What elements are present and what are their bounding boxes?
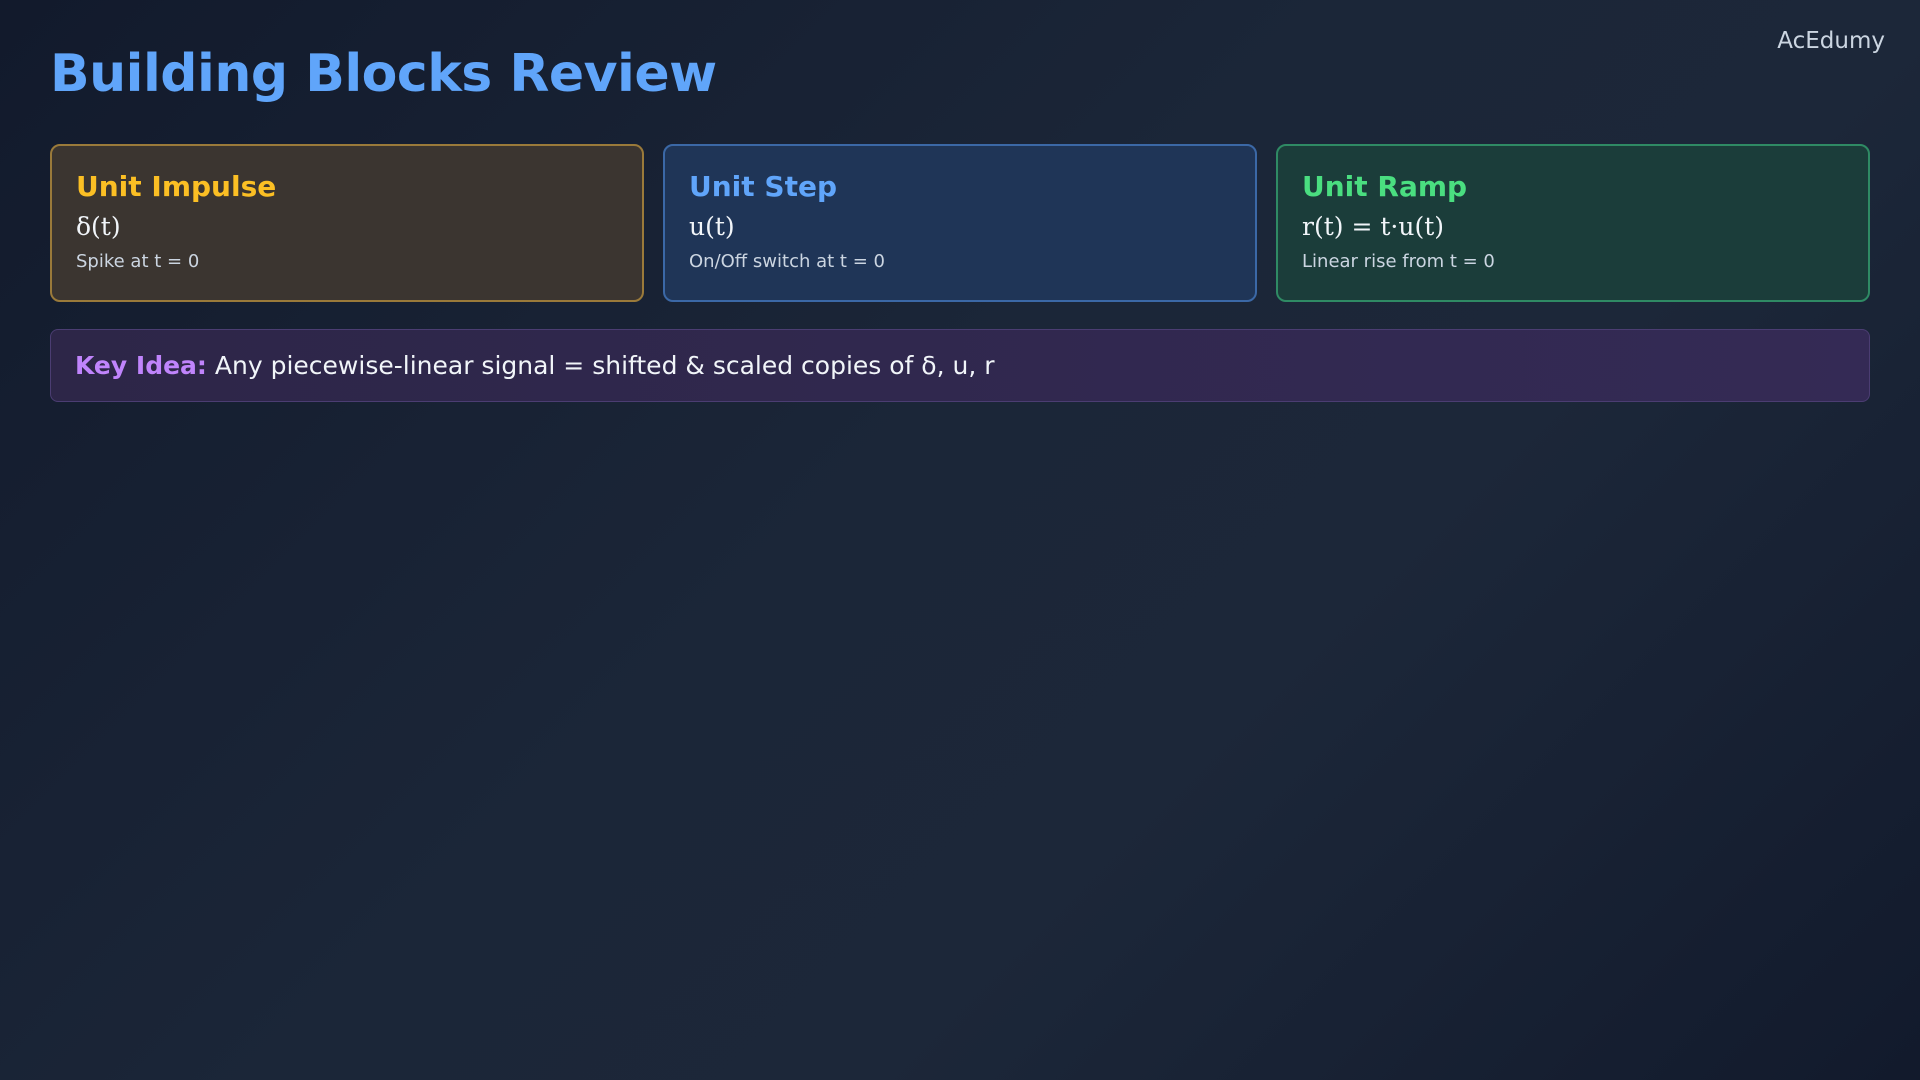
card-formula: r(t) = t·u(t): [1302, 211, 1444, 241]
card-description: Spike at t = 0: [76, 251, 200, 273]
card-description: Linear rise from t = 0: [1302, 251, 1495, 273]
card-unit-impulse: Unit Impulse δ(t) Spike at t = 0: [50, 144, 644, 302]
card-title: Unit Impulse: [76, 170, 277, 203]
key-idea-label: Key Idea:: [75, 351, 207, 380]
card-title: Unit Step: [689, 170, 837, 203]
card-description: On/Off switch at t = 0: [689, 251, 885, 273]
card-formula: u(t): [689, 211, 735, 241]
page-title: Building Blocks Review: [50, 44, 717, 104]
key-idea-text: Any piecewise-linear signal = shifted & …: [214, 351, 995, 380]
building-blocks-cards: Unit Impulse δ(t) Spike at t = 0 Unit St…: [50, 144, 1870, 302]
card-unit-ramp: Unit Ramp r(t) = t·u(t) Linear rise from…: [1276, 144, 1870, 302]
key-idea-banner: Key Idea: Any piecewise-linear signal = …: [50, 329, 1870, 402]
card-formula: δ(t): [76, 211, 121, 241]
card-title: Unit Ramp: [1302, 170, 1468, 203]
brand-logo-text: AcEdumy: [1777, 28, 1885, 54]
card-unit-step: Unit Step u(t) On/Off switch at t = 0: [663, 144, 1257, 302]
